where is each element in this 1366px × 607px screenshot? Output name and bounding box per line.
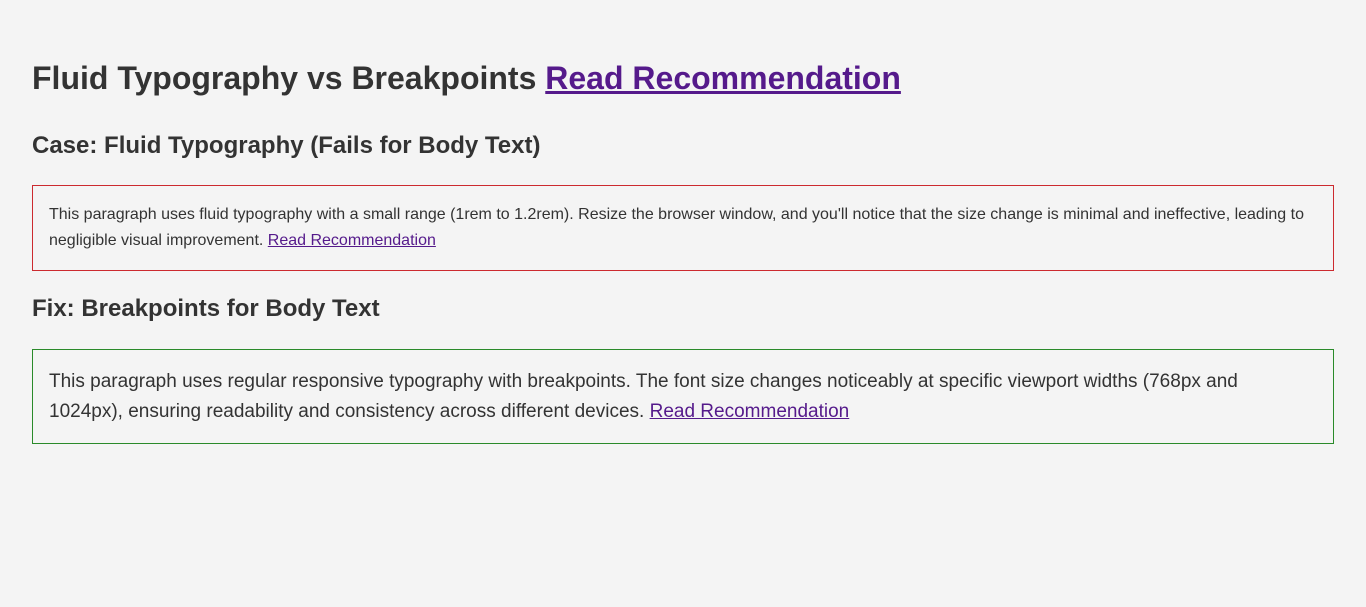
- case-section-heading: Case: Fluid Typography (Fails for Body T…: [32, 132, 541, 159]
- case-read-recommendation-link[interactable]: Read Recommendation: [268, 232, 436, 249]
- page-title-text: Fluid Typography vs Breakpoints: [32, 60, 537, 96]
- fix-paragraph: This paragraph uses regular responsive t…: [49, 367, 1317, 427]
- fix-paragraph-text: This paragraph uses regular responsive t…: [49, 371, 1238, 422]
- fix-read-recommendation-link[interactable]: Read Recommendation: [650, 401, 850, 422]
- title-read-recommendation-link[interactable]: Read Recommendation: [545, 60, 901, 96]
- case-paragraph: This paragraph uses fluid typography wit…: [49, 202, 1317, 254]
- page-title: Fluid Typography vs Breakpoints Read Rec…: [32, 0, 1334, 97]
- page-content: Fluid Typography vs Breakpoints Read Rec…: [0, 0, 1366, 444]
- fix-breakpoints-box: This paragraph uses regular responsive t…: [32, 349, 1334, 444]
- case-fluid-typography-box: This paragraph uses fluid typography wit…: [32, 185, 1334, 271]
- fix-section-heading: Fix: Breakpoints for Body Text: [32, 295, 380, 322]
- case-paragraph-text: This paragraph uses fluid typography wit…: [49, 206, 1304, 249]
